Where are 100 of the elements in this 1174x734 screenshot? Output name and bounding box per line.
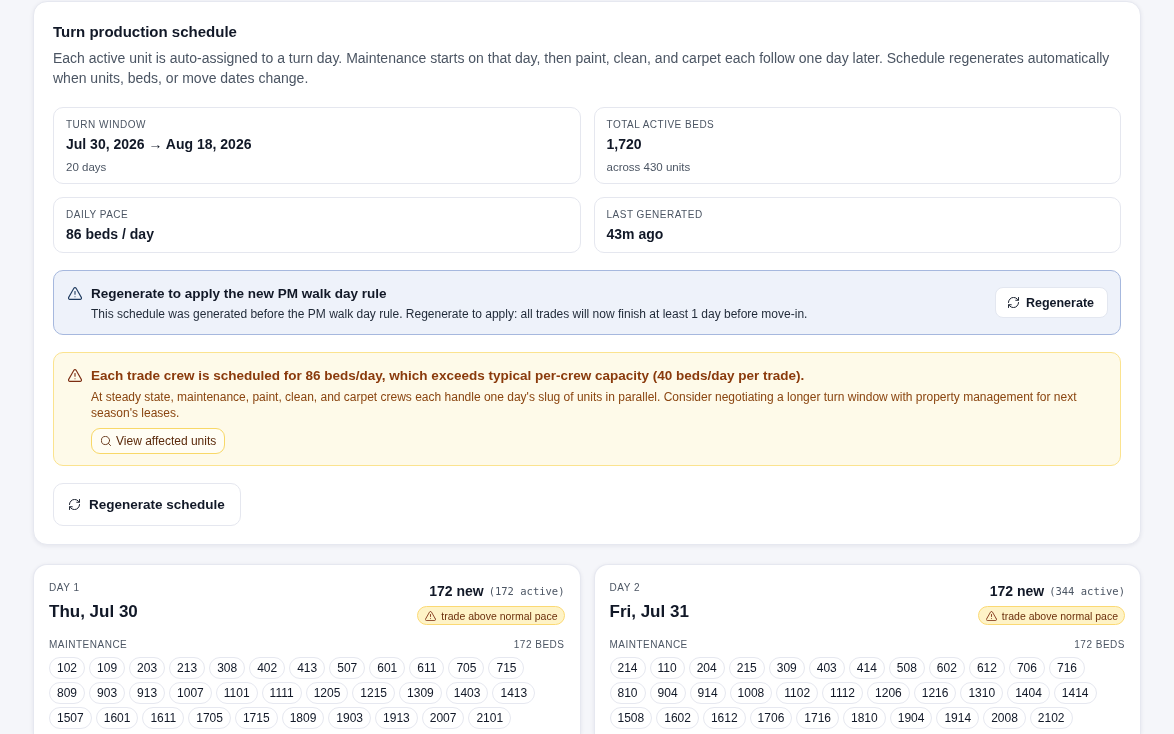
unit-tag: 215 [728,657,765,679]
unit-tag: 612 [968,657,1005,679]
unit-tag: 1913 [375,707,418,729]
beds-count: 172 BEDS [1074,638,1125,651]
active-count: (344 active) [1049,584,1125,599]
section-description: Each active unit is auto-assigned to a turn day. Maintenance starts on that day, then paint, clean, and carpet each follow one day later. Schedule regenerates automatically when units, beds, or move dates change. [53,49,1111,88]
unit-tag: 1612 [702,707,746,729]
unit-tag: 2008 [983,707,1026,729]
regenerate-schedule-button[interactable]: Regenerate schedule [53,483,241,526]
unit-tag: 1716 [796,707,839,729]
unit-tag: 214 [609,657,646,679]
unit-tag: 1310 [960,682,1004,704]
unit-tag: 809 [49,682,86,704]
unit-tag: 1904 [889,707,933,729]
search-icon [101,436,111,446]
unit-tag: 706 [1008,657,1045,679]
unit-tag: 914 [689,682,726,704]
unit-tag: 1810 [843,707,886,729]
unit-tag: 810 [609,682,646,704]
unit-tag: 1602 [656,707,699,729]
unit-tag: 414 [848,657,885,679]
unit-tag: 2007 [421,707,465,729]
unit-tag: 1403 [445,682,489,704]
day-label: DAY 1 [49,581,81,594]
unit-tag: 1216 [913,682,957,704]
section-title: Turn production schedule [53,22,238,42]
unit-tag: 705 [448,657,485,679]
unit-tag: 1404 [1007,682,1050,704]
unit-tag: 413 [289,657,326,679]
unit-tag: 611 [409,657,445,679]
stat-note: across 430 units [606,160,692,175]
unit-tag: 1215 [352,682,396,704]
stat-value: 43m ago [606,225,665,244]
unit-tag: 1414 [1053,682,1097,704]
unit-tag: 213 [169,657,206,679]
unit-tag: 602 [928,657,965,679]
unit-tag: 1413 [492,682,536,704]
unit-tag: 507 [329,657,366,679]
unit-tag: 1914 [936,707,980,729]
pace-warning-text: trade above normal pace [441,608,558,623]
unit-tag: 204 [688,657,725,679]
unit-tag: 1008 [729,682,773,704]
unit-tag: 1206 [867,682,910,704]
alert-message: At steady state, maintenance, paint, clean, and carpet crews each handle one day's slug of units in parallel. Consider negotiating a longer turn window with property management for next season's leases. [91,389,1078,421]
unit-tag: 1101 [215,682,258,704]
unit-tag: 110 [649,657,685,679]
alert-title: Regenerate to apply the new PM walk day rule [91,285,387,303]
unit-tag: 1715 [234,707,278,729]
unit-tag: 2102 [1029,707,1073,729]
regenerate-button[interactable]: Regenerate [994,287,1108,318]
unit-tag: 402 [249,657,286,679]
stat-note: 20 days [66,160,108,175]
unit-tag: 1007 [169,682,212,704]
unit-tag: 1102 [776,682,819,704]
beds-count: 172 BEDS [513,638,565,651]
unit-tag: 903 [89,682,126,704]
alert-title: Each trade crew is scheduled for 86 beds/day, which exceeds typical per-crew capacity (40 beds/day per trade). [91,367,805,385]
unit-tag: 1611 [142,707,185,729]
unit-tag: 1809 [281,707,325,729]
unit-tag: 109 [89,657,126,679]
new-count: 172 new [429,582,484,601]
unit-tag: 309 [768,657,805,679]
unit-tag: 1706 [749,707,793,729]
warning-icon [985,610,997,621]
unit-tag: 1111 [261,682,302,704]
unit-tag: 1903 [328,707,372,729]
day-label: DAY 2 [609,581,641,594]
unit-tag: 203 [129,657,166,679]
warning-icon [68,369,82,382]
unit-tag: 1309 [399,682,442,704]
unit-tag: 308 [209,657,246,679]
stat-label: TOTAL ACTIVE BEDS [606,118,716,131]
warning-icon [425,610,437,621]
view-units-button[interactable]: View affected units [91,428,226,454]
stat-value: 86 beds / day [66,225,155,244]
unit-tag: 715 [488,657,525,679]
unit-tag: 403 [808,657,845,679]
trade-label: MAINTENANCE [609,638,688,651]
refresh-icon [69,499,80,510]
unit-tag: 102 [49,657,86,679]
new-count: 172 new [989,582,1045,601]
unit-tag: 1601 [95,707,139,729]
unit-tag: 913 [129,682,166,704]
refresh-icon [1007,297,1019,308]
day-date: Fri, Jul 31 [609,601,689,623]
unit-tag: 1112 [822,682,864,704]
unit-tag: 601 [369,657,406,679]
alert-message: This schedule was generated before the PM walk day rule. Regenerate to apply: all trades will now finish at least 1 day before move-in. [91,306,808,322]
unit-tag: 1205 [305,682,349,704]
stat-value: Jul 30, 2026 → Aug 18, 2026 [66,135,253,154]
unit-tag: 716 [1048,657,1085,679]
unit-tag: 1508 [609,707,653,729]
active-count: (172 active) [488,584,565,599]
stat-value: 1,720 [606,135,643,154]
unit-tag: 904 [649,682,686,704]
pace-warning-text: trade above normal pace [1001,608,1118,623]
warning-icon [68,287,82,300]
unit-tag: 1507 [49,707,92,729]
unit-tag: 2101 [468,707,512,729]
stat-label: TURN WINDOW [66,118,147,131]
